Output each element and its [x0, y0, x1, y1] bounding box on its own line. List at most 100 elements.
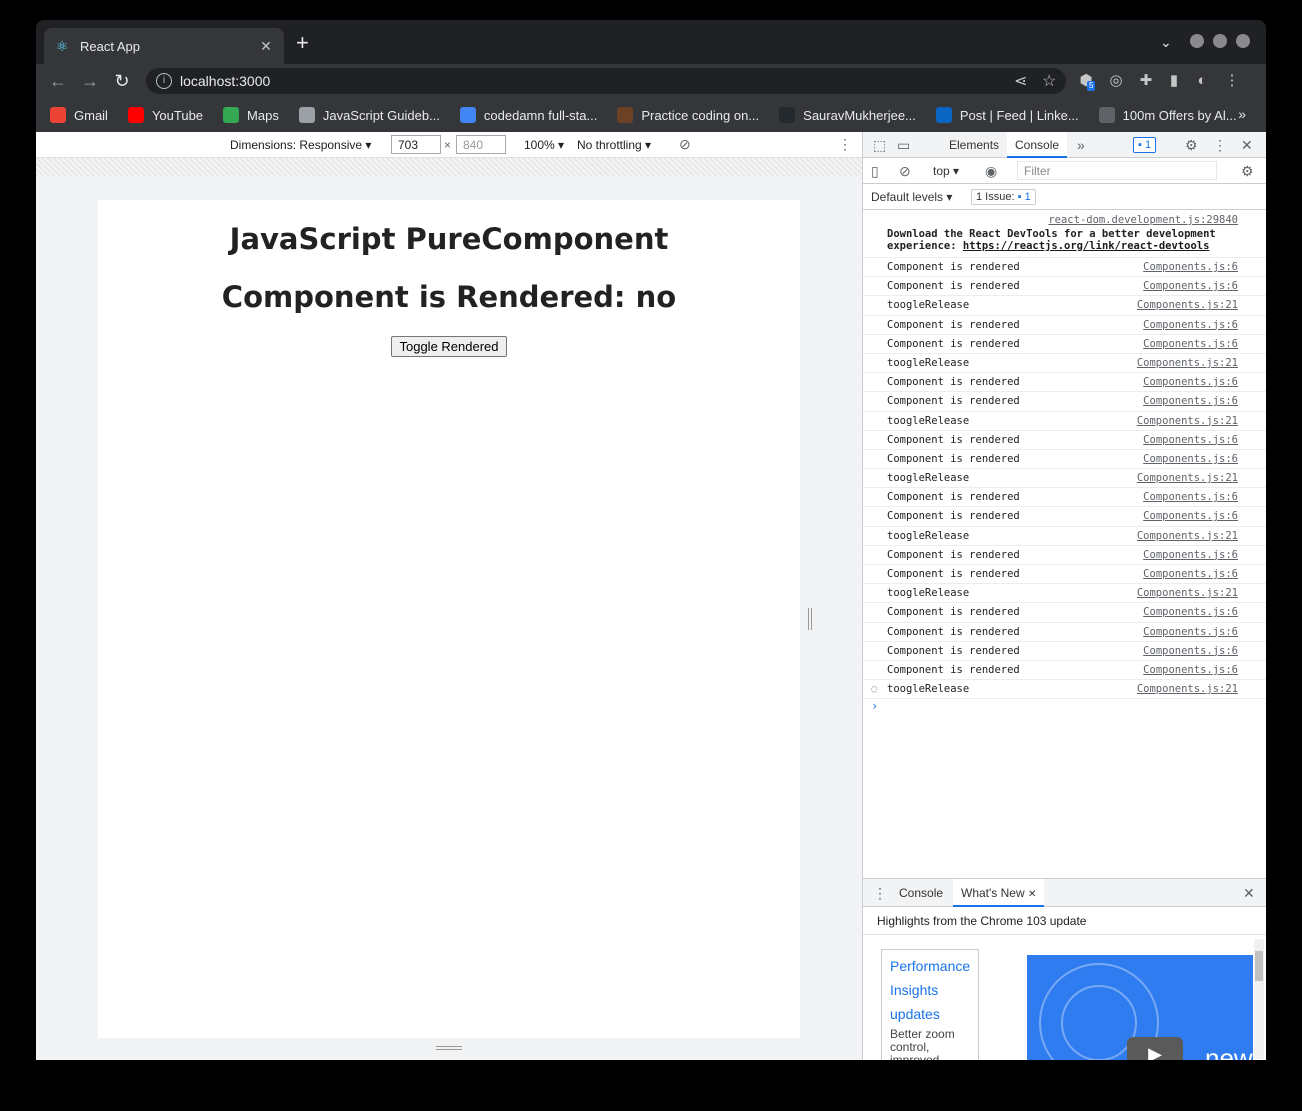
source-link[interactable]: Components.js:21	[1137, 584, 1238, 602]
close-devtools-icon[interactable]: ✕	[1241, 137, 1253, 154]
side-panel-icon[interactable]: ▮	[1164, 71, 1184, 91]
width-input[interactable]: 703	[391, 135, 441, 154]
reload-icon[interactable]: ↻	[110, 69, 134, 93]
back-icon[interactable]: ←	[46, 69, 70, 93]
toggle-rendered-button[interactable]: Toggle Rendered	[391, 336, 507, 357]
more-options-icon[interactable]: ⋮	[838, 136, 852, 153]
tab-console[interactable]: Console	[1007, 132, 1068, 158]
drawer-scroll-thumb[interactable]	[1255, 951, 1263, 981]
source-link[interactable]: Components.js:6	[1143, 642, 1238, 660]
filter-input[interactable]: Filter	[1017, 161, 1217, 180]
more-tabs-icon[interactable]: »	[1077, 137, 1085, 153]
levels-select[interactable]: Default levels ▾	[871, 184, 952, 210]
bookmark-item[interactable]: Maps	[223, 107, 279, 123]
drawer-menu-icon[interactable]: ⋮	[873, 885, 887, 902]
whats-new-link-2[interactable]: Insights	[890, 978, 970, 1002]
more-bookmarks-icon[interactable]: »	[1238, 106, 1246, 122]
bookmark-item[interactable]: 100m Offers by Al...	[1098, 107, 1237, 123]
whats-new-link-1[interactable]: Performance	[890, 954, 970, 978]
bookmark-item[interactable]: Post | Feed | Linke...	[935, 107, 1079, 123]
device-toggle-icon[interactable]: ▭	[897, 137, 910, 154]
whats-new-card[interactable]: Performance Insights updates Better zoom…	[881, 949, 979, 1060]
maximize-button[interactable]	[1213, 34, 1227, 48]
forward-icon[interactable]: →	[78, 69, 102, 93]
source-link[interactable]: Components.js:6	[1143, 431, 1238, 449]
video-text: new	[1205, 1043, 1253, 1060]
bookmark-item[interactable]: JavaScript Guideb...	[298, 107, 440, 123]
drawer-tab-whats-new[interactable]: What's New ✕	[953, 879, 1045, 907]
close-window-button[interactable]	[1236, 34, 1250, 48]
source-link[interactable]: react-dom.development.js:29840	[1048, 214, 1238, 226]
clear-console-icon[interactable]: ⊘	[899, 163, 911, 180]
extensions-puzzle-icon[interactable]: ✚	[1136, 71, 1156, 91]
devtools-link[interactable]: https://reactjs.org/link/react-devtools	[963, 240, 1210, 252]
message-text: Component is rendered	[887, 318, 1020, 331]
console-prompt[interactable]: ›	[863, 699, 1266, 717]
tab-elements[interactable]: Elements	[943, 132, 1005, 158]
bookmark-item[interactable]: Practice coding on...	[617, 107, 759, 123]
source-link[interactable]: Components.js:21	[1137, 412, 1238, 430]
settings-gear-icon[interactable]: ⚙	[1185, 137, 1198, 154]
source-link[interactable]: Components.js:21	[1137, 680, 1238, 698]
console-toolbar: ▯ ⊘ top ▾ ◉ Filter ⚙	[863, 158, 1266, 184]
eye-icon[interactable]: ◉	[985, 163, 997, 180]
sidebar-toggle-icon[interactable]: ▯	[871, 163, 879, 180]
share-icon[interactable]: ⋖	[1014, 71, 1027, 91]
whats-new-link-3[interactable]: updates	[890, 1002, 970, 1026]
issues-badge[interactable]: ▪ 1	[1133, 137, 1157, 153]
minimize-button[interactable]	[1190, 34, 1204, 48]
source-link[interactable]: Components.js:6	[1143, 507, 1238, 525]
dimensions-select[interactable]: Dimensions: Responsive ▾	[230, 138, 371, 152]
address-bar[interactable]: i localhost:3000 ⋖ ☆	[146, 68, 1066, 94]
site-info-icon[interactable]: i	[156, 73, 172, 89]
play-icon[interactable]: ▶	[1127, 1037, 1183, 1060]
source-link[interactable]: Components.js:6	[1143, 316, 1238, 334]
new-tab-button[interactable]: +	[296, 32, 309, 54]
chrome-menu-icon[interactable]: ⋮	[1222, 71, 1242, 91]
context-select[interactable]: top ▾	[933, 158, 959, 184]
close-drawer-icon[interactable]: ✕	[1243, 885, 1255, 902]
target-icon[interactable]: ◎	[1106, 71, 1126, 91]
profile-avatar[interactable]: ◐	[1192, 71, 1212, 91]
browser-tab[interactable]: ⚛ React App ✕	[44, 28, 284, 64]
devtools-menu-icon[interactable]: ⋮	[1213, 137, 1227, 154]
source-link[interactable]: Components.js:21	[1137, 527, 1238, 545]
bookmark-item[interactable]: codedamn full-sta...	[459, 107, 597, 123]
close-tab-icon[interactable]: ✕	[1028, 889, 1036, 900]
source-link[interactable]: Components.js:6	[1143, 565, 1238, 583]
resize-handle-right[interactable]	[808, 608, 812, 630]
source-link[interactable]: Components.js:6	[1143, 373, 1238, 391]
source-link[interactable]: Components.js:21	[1137, 296, 1238, 314]
source-link[interactable]: Components.js:6	[1143, 450, 1238, 468]
close-tab-icon[interactable]: ✕	[258, 38, 274, 55]
source-link[interactable]: Components.js:6	[1143, 258, 1238, 276]
whats-new-video[interactable]: ▶ new	[1027, 955, 1253, 1060]
console-settings-icon[interactable]: ⚙	[1241, 163, 1254, 180]
tab-search-icon[interactable]: ⌄	[1160, 34, 1172, 51]
source-link[interactable]: Components.js:6	[1143, 546, 1238, 564]
height-input[interactable]: 840	[456, 135, 506, 154]
bookmark-item[interactable]: Gmail	[50, 107, 108, 123]
resize-handle-bottom[interactable]	[436, 1046, 462, 1050]
inspect-icon[interactable]: ⬚	[873, 137, 886, 154]
issue-summary[interactable]: 1 Issue: ▪ 1	[971, 189, 1036, 205]
source-link[interactable]: Components.js:6	[1143, 488, 1238, 506]
bookmark-star-icon[interactable]: ☆	[1042, 71, 1056, 91]
bookmark-item[interactable]: SauravMukherjee...	[779, 107, 916, 123]
source-link[interactable]: Components.js:6	[1143, 623, 1238, 641]
source-link[interactable]: Components.js:21	[1137, 354, 1238, 372]
rotate-icon[interactable]: ⊘	[679, 136, 691, 153]
source-link[interactable]: Components.js:6	[1143, 392, 1238, 410]
source-link[interactable]: Components.js:6	[1143, 335, 1238, 353]
throttling-select[interactable]: No throttling ▾	[577, 138, 651, 152]
source-link[interactable]: Components.js:6	[1143, 603, 1238, 621]
source-link[interactable]: Components.js:21	[1137, 469, 1238, 487]
source-link[interactable]: Components.js:6	[1143, 277, 1238, 295]
zoom-select[interactable]: 100% ▾	[524, 138, 564, 152]
extension-icon[interactable]: ⬢ 5	[1076, 71, 1096, 91]
bookmark-item[interactable]: YouTube	[127, 107, 203, 123]
source-link[interactable]: Components.js:6	[1143, 661, 1238, 679]
devtools-tabs: ⬚ ▭ Elements Console » ▪ 1 ⚙ ⋮ ✕	[863, 132, 1266, 158]
drawer-tab-console[interactable]: Console	[893, 879, 949, 907]
media-query-bar[interactable]	[36, 158, 862, 176]
